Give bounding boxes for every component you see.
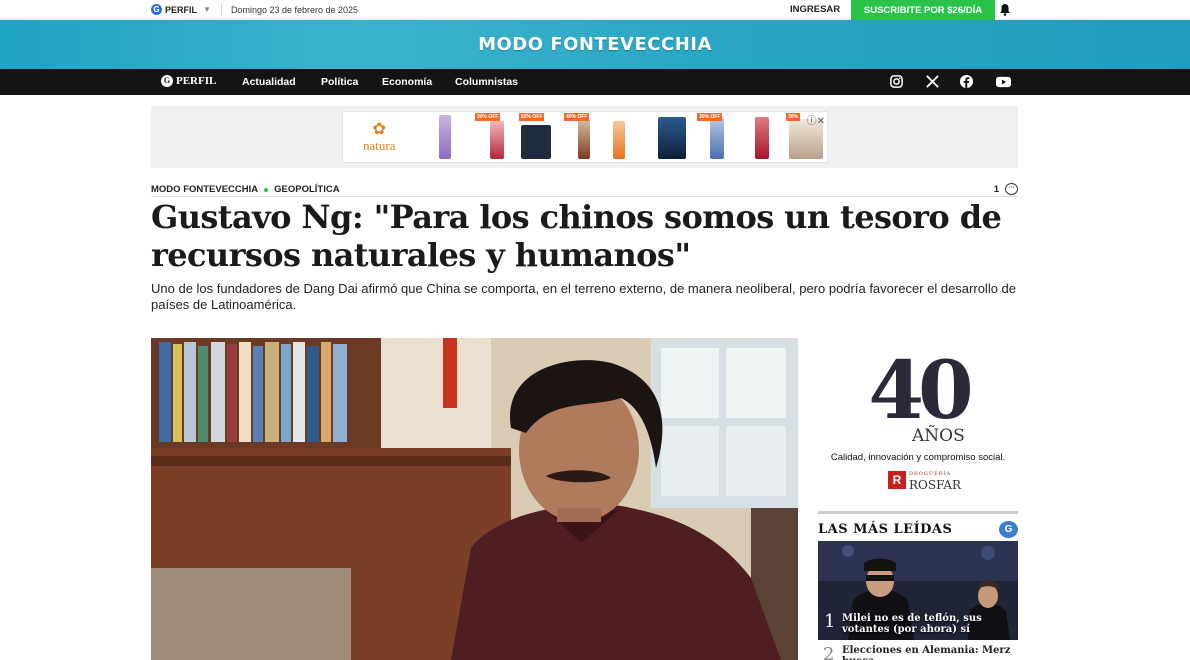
discount-badge: 30% OFF (697, 113, 723, 121)
comment-count: 1 (993, 183, 999, 195)
perfil-brand-menu[interactable]: G PERFIL ▼ (151, 4, 211, 15)
ad-close-icon[interactable]: ⓘ✕ (807, 112, 825, 127)
rank-number: 1 (824, 611, 836, 632)
rank-number: 2 (823, 644, 835, 660)
natura-ad-banner[interactable]: ✿ natura 30% OFF 50% OFF 40% OFF 30% OFF… (342, 111, 828, 163)
top-bar: G PERFIL ▼ Domingo 23 de febrero de 2025… (0, 0, 1190, 20)
product-image (578, 119, 590, 159)
rosfar-mark-icon: R (888, 471, 906, 489)
nav-perfil-logo[interactable]: G PERFIL (161, 75, 216, 87)
most-read-item[interactable]: 2 Elecciones en Alemania: Merz busca (818, 644, 1018, 660)
nav-item-actualidad[interactable]: Actualidad (242, 76, 296, 88)
comments-link[interactable]: 1 ··· (994, 183, 1018, 195)
facebook-icon[interactable] (959, 74, 975, 90)
product-image (613, 121, 625, 159)
divider (220, 4, 222, 15)
perfil-logo-icon: G (151, 4, 162, 15)
rosfar-name: DROGUERÍA ROSFAR (909, 469, 961, 491)
story-title: Milei no es de teflón, sus votantes (por… (842, 613, 982, 635)
x-icon[interactable] (925, 74, 941, 90)
main-nav: G PERFIL Actualidad Política Economía Co… (0, 69, 1190, 95)
anniversary-years-label: AÑOS (912, 426, 965, 446)
rosfar-logo: R DROGUERÍA ROSFAR (888, 469, 961, 491)
most-read-header: LAS MÁS LEÍDAS G (818, 511, 1018, 538)
rosfar-ad[interactable]: 40 AÑOS Calidad, innovación y compromiso… (818, 343, 1018, 491)
most-read-item[interactable]: 1 Milei no es de teflón, sus votantes (p… (818, 541, 1018, 640)
nav-item-columnistas[interactable]: Columnistas (455, 76, 518, 88)
current-date: Domingo 23 de febrero de 2025 (230, 4, 359, 15)
article-headline: Gustavo Ng: "Para los chinos somos un te… (151, 198, 1002, 274)
subscribe-button[interactable]: SUSCRIBITE POR $26/DÍA (851, 0, 995, 20)
youtube-icon[interactable] (995, 74, 1011, 90)
perfil-logo-icon: G (999, 521, 1018, 538)
natura-brand-text: natura (363, 138, 396, 153)
product-image (710, 117, 724, 159)
perfil-logo-icon: G (161, 75, 173, 87)
product-image (658, 117, 686, 159)
ad-tagline: Calidad, innovación y compromiso social. (830, 452, 1006, 463)
product-image (755, 117, 769, 159)
instagram-icon[interactable] (889, 74, 905, 90)
comment-bubble-icon: ··· (1005, 183, 1018, 195)
story-title: Elecciones en Alemania: Merz busca (842, 645, 1011, 660)
discount-badge: 30% (786, 113, 801, 121)
nav-item-politica[interactable]: Política (321, 76, 358, 88)
nav-logo-text: PERFIL (176, 75, 217, 87)
login-link[interactable]: INGRESAR (790, 4, 840, 15)
section-banner[interactable]: MODO FONTEVECCHIA (0, 20, 1190, 69)
most-read-title: LAS MÁS LEÍDAS (818, 522, 953, 537)
discount-badge: 50% OFF (519, 113, 545, 121)
nav-item-economia[interactable]: Economía (382, 76, 432, 88)
article-main-image[interactable] (151, 338, 798, 660)
section-title: MODO FONTEVECCHIA (478, 34, 712, 55)
breadcrumb-section[interactable]: MODO FONTEVECCHIA (151, 184, 258, 195)
breadcrumb-separator (264, 187, 269, 192)
natura-logo: ✿ natura (363, 122, 395, 154)
natura-flower-icon: ✿ (372, 121, 386, 138)
breadcrumb-subsection[interactable]: GEOPOLÍTICA (274, 184, 339, 195)
interview-photo (151, 338, 798, 660)
article-lead: Uno de los fundadores de Dang Dai afirmó… (151, 281, 1017, 312)
product-image (521, 125, 551, 159)
brand-label: PERFIL (165, 4, 198, 15)
rosfar-brand: ROSFAR (909, 478, 962, 492)
discount-badge: 30% OFF (475, 113, 501, 121)
product-image (490, 121, 504, 159)
chevron-down-icon: ▼ (203, 5, 211, 14)
anniversary-number: 40 (868, 343, 973, 437)
discount-badge: 40% OFF (564, 113, 590, 121)
breadcrumb: MODO FONTEVECCHIA GEOPOLÍTICA 1 ··· (151, 183, 1018, 197)
bell-icon[interactable] (999, 3, 1011, 21)
product-image (439, 115, 451, 159)
